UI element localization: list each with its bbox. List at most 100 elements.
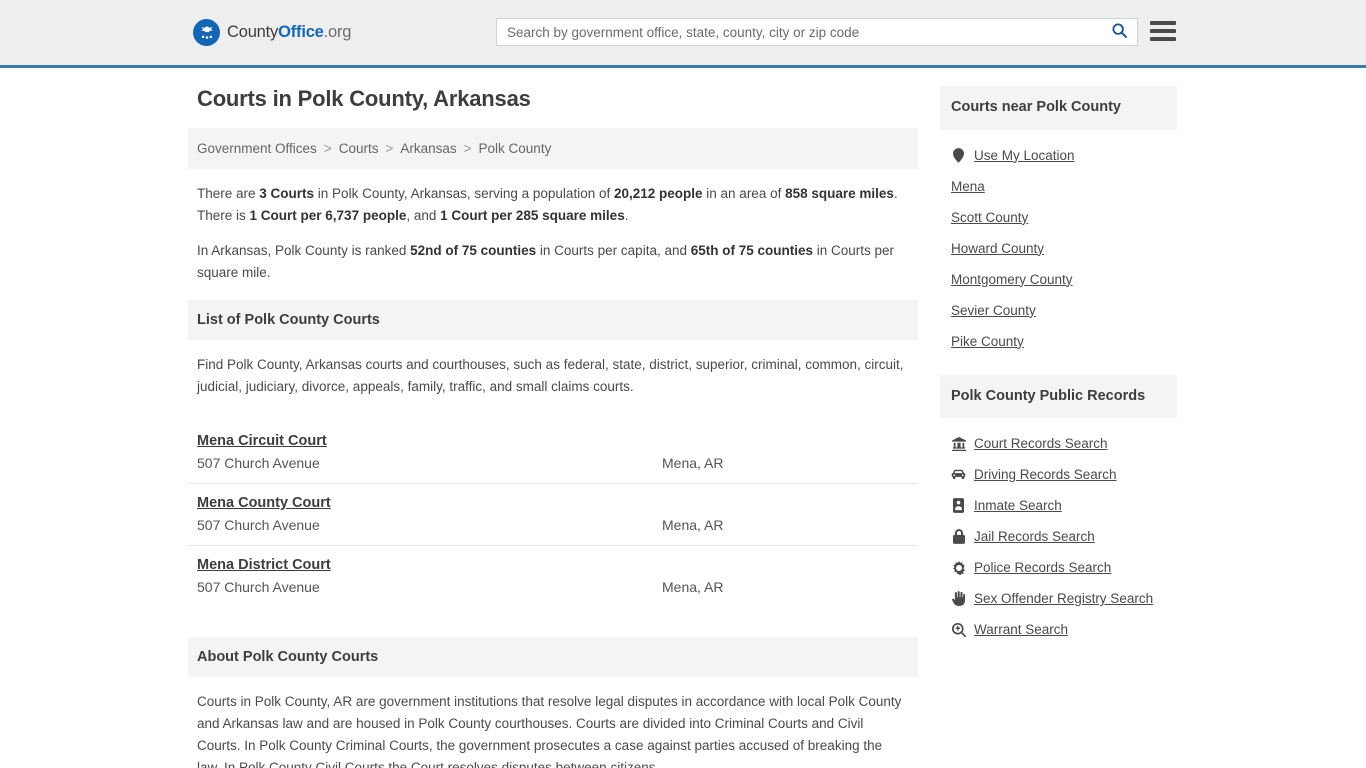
- search-button[interactable]: [1101, 19, 1137, 45]
- stat-value: 858 square miles: [785, 186, 894, 201]
- nearby-court-label: Use My Location: [974, 147, 1075, 163]
- public-record-link-5[interactable]: Police Records Search: [940, 552, 1177, 583]
- court-city-state: Mena, AR: [662, 455, 724, 472]
- public-record-label: Jail Records Search: [974, 529, 1095, 545]
- stat-text: in an area of: [702, 186, 786, 201]
- public-record-link-4[interactable]: Jail Records Search: [940, 521, 1177, 552]
- breadcrumb-separator: >: [323, 141, 332, 156]
- stat-value: 65th of 75 counties: [690, 242, 814, 258]
- hand-icon: [951, 591, 966, 607]
- list-section-body: Find Polk County, Arkansas courts and co…: [188, 340, 918, 416]
- nearby-court-link-5[interactable]: Montgomery County: [940, 264, 1177, 295]
- breadcrumb-item-4[interactable]: Polk County: [479, 141, 552, 156]
- hamburger-bar: [1150, 21, 1176, 25]
- public-record-link-7[interactable]: Warrant Search: [940, 614, 1177, 645]
- court-row: Mena Circuit Court 507 Church Avenue Mena,…: [188, 422, 918, 485]
- court-meta: 507 Church Avenue Mena, AR: [197, 517, 909, 533]
- public-records-panel: Polk County Public Records Court Records…: [940, 374, 1177, 650]
- site-header: CountyOffice.org: [0, 0, 1366, 68]
- intro-stats: There are 3 Courts in Polk County, Arkan…: [188, 169, 918, 300]
- nearby-court-link-6[interactable]: Sevier County: [940, 295, 1177, 326]
- nearby-court-label: Pike County: [951, 333, 1024, 349]
- stat-text: In Arkansas, Polk County is ranked: [197, 242, 411, 258]
- court-address: 507 Church Avenue: [197, 517, 320, 534]
- hamburger-bar: [1150, 37, 1176, 41]
- breadcrumb-item-3[interactable]: Arkansas: [400, 141, 456, 156]
- stat-value: 3 Courts: [259, 186, 315, 201]
- list-section-description: Find Polk County, Arkansas courts and co…: [197, 357, 904, 395]
- court-name-link[interactable]: Mena County Court: [197, 495, 331, 511]
- brand-text-county: County: [227, 23, 279, 42]
- public-record-link-2[interactable]: Driving Records Search: [940, 459, 1177, 490]
- nearby-court-label: Montgomery County: [951, 271, 1073, 287]
- stats-paragraph-1: There are 3 Courts in Polk County, Arkan…: [197, 183, 909, 227]
- public-record-label: Court Records Search: [974, 436, 1108, 452]
- nearby-court-link-2[interactable]: Mena: [940, 171, 1177, 202]
- stat-text: , and: [406, 207, 441, 223]
- page-body: Courts in Polk County, Arkansas Governme…: [0, 68, 1366, 768]
- courthouse-icon: [951, 436, 966, 451]
- hamburger-bar: [1150, 29, 1176, 33]
- nearby-court-link-3[interactable]: Scott County: [940, 202, 1177, 233]
- court-name-link[interactable]: Mena Circuit Court: [197, 433, 327, 449]
- nearby-court-label: Mena: [951, 178, 985, 194]
- public-record-label: Sex Offender Registry Search: [974, 591, 1154, 607]
- breadcrumb-item-1[interactable]: Government Offices: [197, 141, 317, 156]
- brand-logo-link[interactable]: CountyOffice.org: [193, 19, 351, 46]
- public-record-link-3[interactable]: Inmate Search: [940, 490, 1177, 521]
- about-paragraph: Courts in Polk County, AR are government…: [197, 694, 902, 768]
- court-address: 507 Church Avenue: [197, 579, 320, 596]
- public-record-label: Police Records Search: [974, 560, 1112, 576]
- stats-paragraph-2: In Arkansas, Polk County is ranked 52nd …: [197, 240, 909, 284]
- public-record-label: Driving Records Search: [974, 467, 1117, 483]
- id-card-icon: [951, 498, 966, 513]
- search-icon: [1111, 22, 1128, 42]
- breadcrumb-item-2[interactable]: Courts: [339, 141, 379, 156]
- public-record-link-1[interactable]: Court Records Search: [940, 428, 1177, 459]
- car-icon: [951, 468, 966, 482]
- court-row: Mena District Court 507 Church Avenue Mena…: [188, 546, 918, 607]
- search-input[interactable]: [497, 19, 1101, 45]
- brand-text-org: .org: [323, 23, 352, 42]
- brand-wordmark: CountyOffice.org: [227, 24, 351, 41]
- list-section-heading: List of Polk County Courts: [188, 300, 918, 341]
- court-row: Mena County Court 507 Church Avenue Mena, …: [188, 484, 918, 547]
- nearby-courts-links: Use My Location Mena Scott County Howard Co…: [940, 130, 1177, 361]
- court-meta: 507 Church Avenue Mena, AR: [197, 579, 909, 595]
- public-record-label: Inmate Search: [974, 498, 1062, 514]
- breadcrumb-separator: >: [385, 141, 394, 156]
- public-record-link-6[interactable]: Sex Offender Registry Search: [940, 583, 1177, 614]
- stat-text: in Courts per capita, and: [536, 242, 691, 258]
- police-badge-icon: [951, 560, 966, 575]
- nearby-court-label: Scott County: [951, 209, 1029, 225]
- magnifier-plus-icon: [951, 622, 966, 637]
- public-records-links: Court Records Search Driving Records Sear…: [940, 418, 1177, 649]
- court-meta: 507 Church Avenue Mena, AR: [197, 455, 909, 471]
- breadcrumb: Government Offices > Courts > Arkansas > Polk …: [188, 128, 918, 169]
- eagle-shield-logo-icon: [193, 19, 220, 46]
- nearby-court-link-7[interactable]: Pike County: [940, 326, 1177, 357]
- public-record-label: Warrant Search: [974, 622, 1069, 638]
- stat-text: There are: [197, 186, 260, 201]
- court-city-state: Mena, AR: [662, 579, 724, 596]
- content-container: Courts in Polk County, Arkansas Governme…: [188, 86, 1178, 768]
- stat-value: 20,212 people: [613, 186, 703, 201]
- search-bar[interactable]: [496, 18, 1138, 46]
- nearby-courts-heading: Courts near Polk County: [940, 86, 1177, 130]
- breadcrumb-separator: >: [463, 141, 472, 156]
- lock-icon: [951, 529, 966, 545]
- page-title: Courts in Polk County, Arkansas: [197, 86, 531, 111]
- map-pin-icon: [951, 147, 966, 163]
- stat-value: 1 Court per 285 square miles: [440, 207, 625, 223]
- hamburger-menu-icon[interactable]: [1150, 19, 1176, 43]
- nearby-court-link-1[interactable]: Use My Location: [940, 140, 1177, 171]
- nearby-court-link-4[interactable]: Howard County: [940, 233, 1177, 264]
- stat-value: 1 Court per 6,737 people: [249, 207, 407, 223]
- court-name-link[interactable]: Mena District Court: [197, 557, 331, 573]
- stat-value: 52nd of 75 counties: [410, 242, 537, 258]
- stat-text: in Polk County, Arkansas, serving a popu…: [314, 186, 614, 201]
- court-city-state: Mena, AR: [662, 517, 724, 534]
- stat-text: .: [624, 207, 629, 223]
- public-records-heading: Polk County Public Records: [940, 374, 1177, 419]
